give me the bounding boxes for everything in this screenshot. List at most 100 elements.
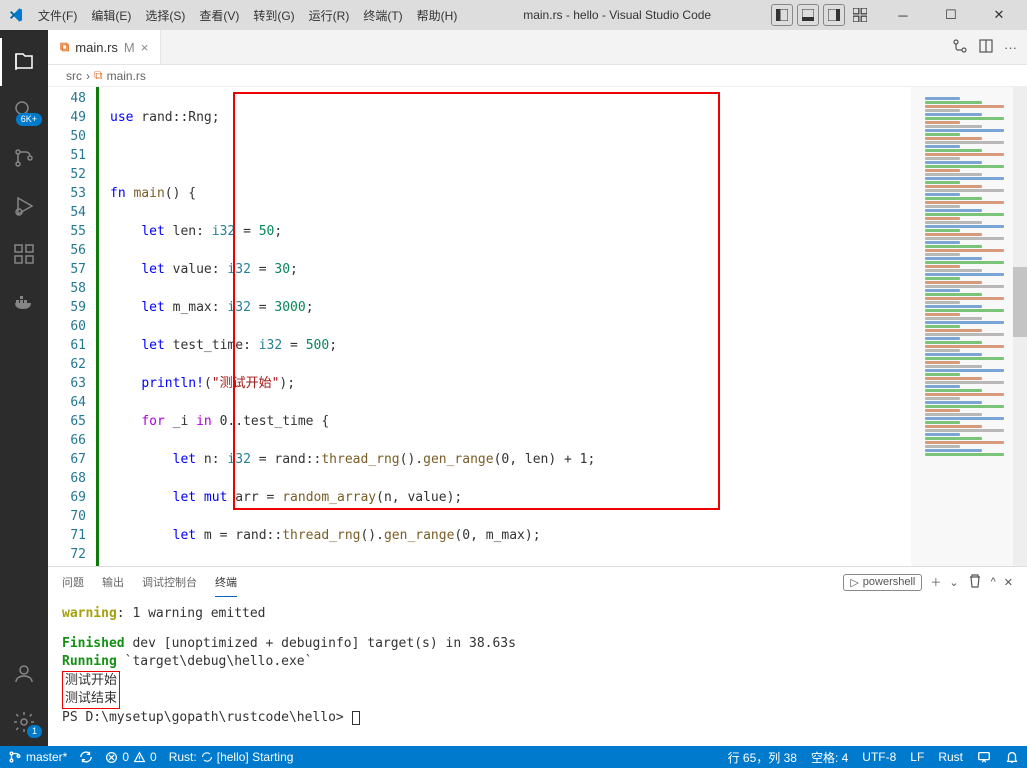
panel-tabs: 问题 输出 调试控制台 终端 ▷powershell ＋ ⌄ ^ ✕	[48, 567, 1027, 597]
status-language[interactable]: Rust	[938, 750, 963, 764]
status-indent[interactable]: 空格: 4	[811, 749, 848, 766]
editor-group: ⧉ main.rs M × ··· src › ⧉ main.rs 484950…	[48, 30, 1027, 746]
keyword-let: let	[173, 490, 196, 505]
terminal-prompt: PS D:\mysetup\gopath\rustcode\hello>	[62, 710, 352, 725]
breadcrumb-file[interactable]: main.rs	[107, 69, 146, 83]
menu-run[interactable]: 运行(R)	[303, 3, 356, 28]
type: i32	[259, 338, 282, 353]
keyword-let: let	[141, 262, 164, 277]
toggle-panel-icon[interactable]	[797, 4, 819, 26]
fn-name: gen_range	[384, 528, 454, 543]
minimize-button[interactable]: ─	[883, 1, 923, 29]
panel-toolbar: ▷powershell ＋ ⌄ ^ ✕	[843, 573, 1013, 592]
editor[interactable]: 4849505152535455565758596061626364656667…	[48, 87, 1027, 566]
terminal-text: `target\debug\hello.exe`	[117, 654, 313, 669]
menu-bar: 文件(F) 编辑(E) 选择(S) 查看(V) 转到(G) 运行(R) 终端(T…	[32, 3, 463, 28]
tab-close-icon[interactable]: ×	[141, 40, 149, 55]
settings-badge: 1	[27, 725, 42, 738]
docker-icon[interactable]	[0, 278, 48, 326]
status-encoding[interactable]: UTF-8	[862, 750, 896, 764]
search-badge: 6K+	[16, 113, 42, 126]
close-panel-icon[interactable]: ✕	[1004, 576, 1013, 589]
keyword-for: for	[141, 414, 164, 429]
keyword-fn: fn	[110, 186, 126, 201]
status-eol[interactable]: LF	[910, 750, 924, 764]
menu-edit[interactable]: 编辑(E)	[85, 3, 137, 28]
breadcrumb-src[interactable]: src	[66, 69, 82, 83]
more-actions-icon[interactable]: ···	[1004, 40, 1017, 55]
status-rust-label: Rust:	[169, 750, 197, 764]
terminal-cursor	[352, 711, 360, 725]
tab-filename: main.rs	[75, 40, 118, 55]
fn-name: thread_rng	[282, 528, 360, 543]
keyword-let: let	[141, 300, 164, 315]
source-control-icon[interactable]	[0, 134, 48, 182]
menu-terminal[interactable]: 终端(T)	[357, 3, 408, 28]
code-content[interactable]: use rand::Rng; fn main() { let len: i32 …	[104, 87, 911, 566]
menu-select[interactable]: 选择(S)	[139, 3, 191, 28]
keyword-mut: mut	[196, 490, 227, 505]
status-feedback-icon[interactable]	[977, 750, 991, 764]
fn-name: random_array	[282, 490, 376, 505]
code-text: 0..test_time {	[212, 414, 329, 429]
keyword-let: let	[173, 452, 196, 467]
maximize-panel-icon[interactable]: ^	[991, 576, 996, 588]
kill-terminal-icon[interactable]	[967, 573, 983, 592]
tab-bar: ⧉ main.rs M × ···	[48, 30, 1027, 65]
fn-name: thread_rng	[321, 452, 399, 467]
accounts-icon[interactable]	[0, 650, 48, 698]
toggle-sidebar-icon[interactable]	[771, 4, 793, 26]
terminal[interactable]: warning: 1 warning emitted Finished dev …	[48, 597, 1027, 746]
status-line-col[interactable]: 行 65，列 38	[728, 749, 797, 766]
menu-file[interactable]: 文件(F)	[32, 3, 83, 28]
panel-tab-output[interactable]: 输出	[102, 568, 124, 596]
breadcrumbs[interactable]: src › ⧉ main.rs	[48, 65, 1027, 87]
activity-bar: 6K+ 1	[0, 30, 48, 746]
main-area: 6K+ 1 ⧉ main.rs M × ··· src › ⧉ main	[0, 30, 1027, 746]
split-editor-icon[interactable]	[978, 38, 994, 57]
status-sync[interactable]	[79, 750, 93, 764]
rust-file-icon: ⧉	[94, 68, 103, 83]
terminal-output-line: 测试结束	[65, 691, 117, 706]
status-left: master* 0 0 Rust: [hello] Starting	[8, 750, 293, 764]
run-debug-icon[interactable]	[0, 182, 48, 230]
split-terminal-dropdown-icon[interactable]: ⌄	[949, 576, 958, 589]
new-terminal-icon[interactable]: ＋	[930, 574, 941, 590]
toggle-right-sidebar-icon[interactable]	[823, 4, 845, 26]
status-problems[interactable]: 0 0	[105, 750, 156, 764]
minimap[interactable]	[911, 87, 1027, 566]
settings-icon[interactable]: 1	[0, 698, 48, 746]
explorer-icon[interactable]	[0, 38, 48, 86]
status-git-branch[interactable]: master*	[8, 750, 67, 764]
panel-tab-problems[interactable]: 问题	[62, 568, 84, 596]
close-window-button[interactable]: ✕	[979, 1, 1019, 29]
status-rust-analyzer[interactable]: Rust: [hello] Starting	[169, 750, 294, 764]
menu-view[interactable]: 查看(V)	[193, 3, 245, 28]
minimap-thumb[interactable]	[1013, 267, 1027, 337]
compare-changes-icon[interactable]	[952, 38, 968, 57]
number: 3000	[274, 300, 305, 315]
terminal-shell-selector[interactable]: ▷powershell	[843, 574, 922, 591]
keyword-let: let	[141, 224, 164, 239]
search-icon[interactable]: 6K+	[0, 86, 48, 134]
status-notifications-icon[interactable]	[1005, 750, 1019, 764]
tab-main-rs[interactable]: ⧉ main.rs M ×	[48, 30, 161, 64]
terminal-warning-label: warning	[62, 606, 117, 621]
string: "测试开始"	[212, 376, 280, 391]
status-warning-count: 0	[150, 750, 157, 764]
menu-goto[interactable]: 转到(G)	[247, 3, 300, 28]
menu-help[interactable]: 帮助(H)	[411, 3, 464, 28]
panel-tab-terminal[interactable]: 终端	[215, 568, 237, 597]
fn-name: gen_range	[423, 452, 493, 467]
code-text: test_time	[165, 338, 243, 353]
terminal-running-label: Running	[62, 654, 117, 669]
tab-modified-indicator: M	[124, 40, 135, 55]
type: i32	[227, 262, 250, 277]
panel-tab-debug-console[interactable]: 调试控制台	[142, 568, 197, 596]
maximize-button[interactable]: ☐	[931, 1, 971, 29]
minimap-scrollbar[interactable]	[1013, 87, 1027, 566]
customize-layout-icon[interactable]	[849, 4, 871, 26]
extensions-icon[interactable]	[0, 230, 48, 278]
vscode-logo-icon	[8, 7, 24, 23]
code-text: () {	[165, 186, 196, 201]
